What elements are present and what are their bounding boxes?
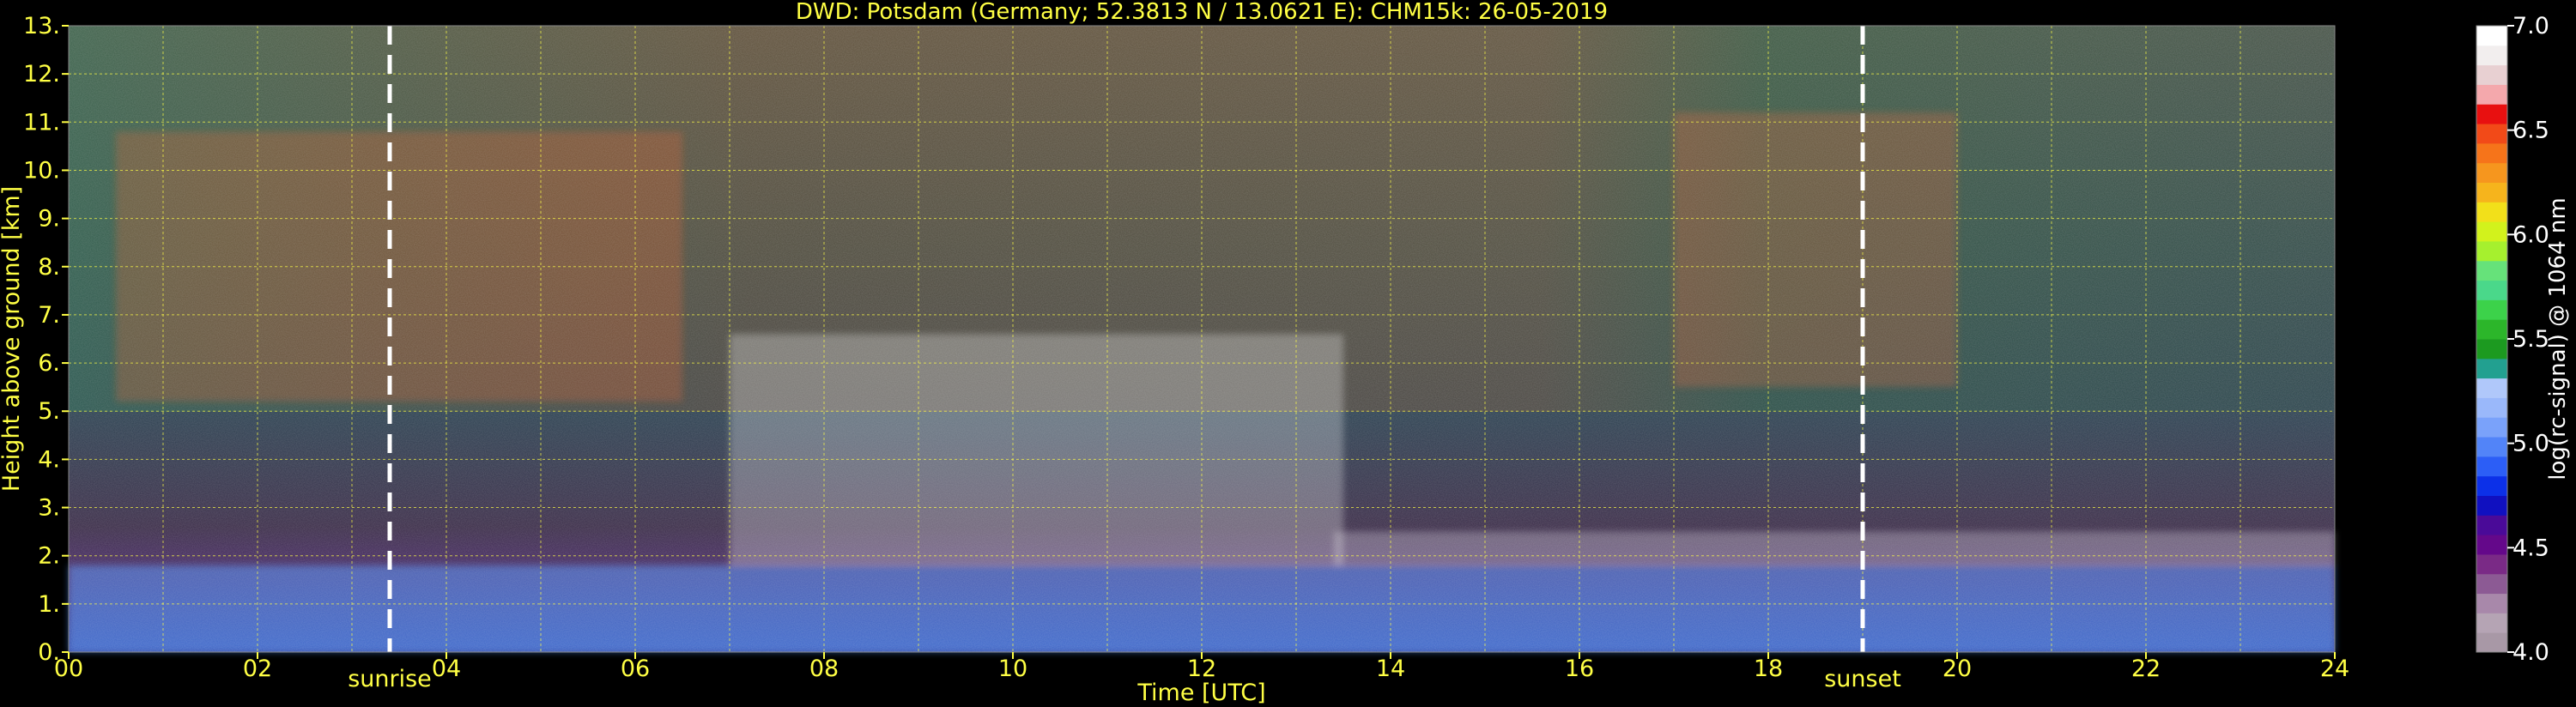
colorbar-segment [2476, 26, 2507, 46]
marker-label-sunrise: sunrise [348, 666, 432, 692]
x-tick-label: 16 [1565, 656, 1594, 682]
x-axis-label: Time [UTC] [1136, 680, 1265, 706]
x-tick-label: 22 [2131, 656, 2161, 682]
colorbar-segment [2476, 260, 2507, 281]
colorbar-tick-label: 6.5 [2512, 118, 2549, 144]
colorbar-segment [2476, 475, 2507, 496]
colorbar-tick-label: 5.5 [2512, 326, 2549, 353]
colorbar-segment [2476, 162, 2507, 183]
x-tick-label: 12 [1187, 656, 1216, 682]
y-tick-label: 0. [38, 639, 60, 666]
colorbar-segment [2476, 221, 2507, 242]
ceilometer-chart: sunrise sunset 00 02 04 06 08 10 12 14 16 18 20 22 24… [0, 0, 2571, 706]
y-tick-label: 11. [23, 109, 60, 136]
colorbar-segment [2476, 358, 2507, 379]
colorbar-segment [2476, 45, 2507, 66]
y-tick-label: 2. [38, 543, 60, 570]
y-tick-label: 9. [38, 206, 60, 233]
colorbar-segment [2476, 632, 2507, 653]
y-tick-label: 13. [23, 13, 60, 39]
y-tick-label: 8. [38, 254, 60, 281]
y-tick-label: 1. [38, 591, 60, 618]
plot-area: sunrise sunset [68, 25, 2336, 692]
y-tick-label: 3. [38, 495, 60, 522]
colorbar-tick-label: 4.0 [2512, 639, 2549, 666]
colorbar-segment [2476, 573, 2507, 595]
colorbar-tick-label: 7.0 [2512, 13, 2549, 39]
colorbar-segment [2476, 593, 2507, 613]
colorbar-segment [2476, 456, 2507, 477]
y-tick-label: 6. [38, 350, 60, 377]
colorbar-segment [2476, 553, 2507, 575]
colorbar: 4.0 4.5 5.0 5.5 6.0 6.5 7.0 [2476, 13, 2549, 666]
colorbar-segment [2476, 299, 2507, 320]
y-axis-label: Height above ground [km] [0, 186, 25, 492]
colorbar-segment [2476, 280, 2507, 300]
colorbar-segment [2476, 378, 2507, 398]
y-tick-label: 10. [23, 157, 60, 184]
colorbar-segment [2476, 339, 2507, 360]
x-tick-label: 04 [432, 656, 461, 682]
y-tick-label: 7. [38, 302, 60, 329]
colorbar-segment [2476, 104, 2507, 124]
colorbar-segment [2476, 319, 2507, 340]
colorbar-segment [2476, 142, 2507, 164]
y-tick-label: 5. [38, 398, 60, 425]
colorbar-segment [2476, 613, 2507, 633]
colorbar-tick-label: 6.0 [2512, 221, 2549, 248]
colorbar-tick-label: 4.5 [2512, 535, 2549, 561]
x-tick-label: 02 [243, 656, 272, 682]
chart-title: DWD: Potsdam (Germany; 52.3813 N / 13.06… [796, 0, 1608, 25]
colorbar-segment [2476, 124, 2507, 144]
colorbar-segment [2476, 240, 2507, 262]
colorbar-segment [2476, 182, 2507, 202]
colorbar-segment [2476, 417, 2507, 438]
colorbar-segment [2476, 535, 2507, 555]
x-tick-label: 06 [621, 656, 650, 682]
colorbar-segment [2476, 202, 2507, 222]
colorbar-segment [2476, 64, 2507, 85]
y-tick-label: 4. [38, 446, 60, 473]
x-tick-label: 14 [1376, 656, 1405, 682]
x-tick-label: 20 [1943, 656, 1972, 682]
x-tick-label: 10 [998, 656, 1027, 682]
x-tick-label: 18 [1754, 656, 1783, 682]
colorbar-segment [2476, 495, 2507, 516]
colorbar-tick-label: 5.0 [2512, 431, 2549, 457]
colorbar-label: log(rc-signal) @ 1064 nm [2545, 197, 2571, 480]
colorbar-segment [2476, 437, 2507, 457]
x-tick-label: 24 [2320, 656, 2349, 682]
y-tick-label: 12. [23, 61, 60, 88]
colorbar-segment [2476, 515, 2507, 535]
marker-label-sunset: sunset [1824, 666, 1901, 692]
x-tick-label: 08 [809, 656, 839, 682]
colorbar-segment [2476, 84, 2507, 105]
colorbar-segment [2476, 397, 2507, 418]
